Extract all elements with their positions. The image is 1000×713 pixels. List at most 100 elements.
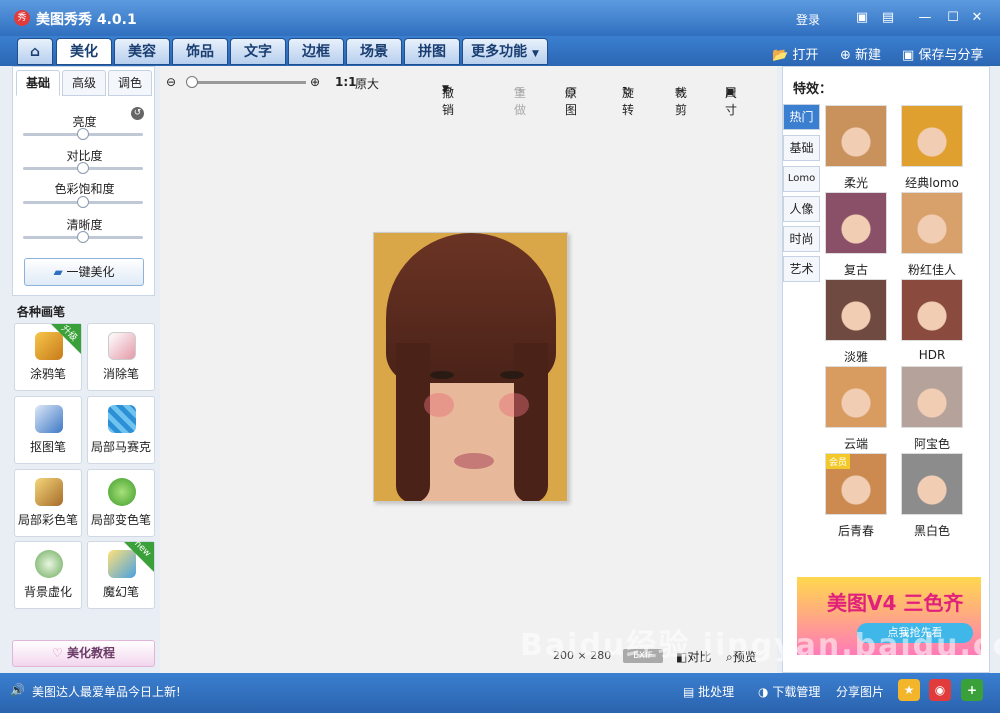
zoom-out-icon[interactable]: ⊖ [166,75,176,89]
one-click-beautify-button[interactable]: ▰ 一键美化 [24,258,144,286]
tab-accessories[interactable]: 饰品 [172,38,228,65]
contrast-slider[interactable] [23,162,143,174]
brush-color-change-label: 局部变色笔 [90,513,151,527]
effect-thumb[interactable] [901,192,963,254]
hands-icon: ♡ [52,646,63,660]
saturation-label: 色彩饱和度 [54,182,115,196]
tab-text[interactable]: 文字 [230,38,286,65]
brush-mosaic[interactable]: 局部马赛克 [87,396,155,464]
brush-doodle[interactable]: 升级 涂鸦笔 [14,323,82,391]
tab-home[interactable]: ⌂ [17,38,53,65]
actual-size-icon[interactable]: 1:1 [335,75,357,89]
new-button[interactable]: ⊕ 新建 [840,44,881,63]
app-window: 秀 美图秀秀 4.0.1 登录 ▣ ▤ — ☐ ✕ ⌂ 美化 美容 饰品 文字 … [0,0,1000,713]
effect-label: 复古 [843,263,868,277]
brush-doodle-label: 涂鸦笔 [29,367,66,381]
minimize-icon[interactable]: — [915,8,935,28]
undo-dropdown-icon[interactable]: ▼ [442,84,449,94]
effect-label: 淡雅 [843,350,868,364]
tab-scene[interactable]: 场景 [346,38,402,65]
saturation-slider[interactable] [23,196,143,208]
brush-magic-label: 魔幻笔 [102,585,139,599]
weibo-icon[interactable]: ◉ [929,679,951,701]
brush-cutout[interactable]: 抠图笔 [14,396,82,464]
photo-blush-right [499,393,529,417]
effect-cat-art[interactable]: 艺术 [783,256,820,282]
resize-label: 尺寸 [725,86,738,117]
eraser-icon [108,332,136,360]
member-badge: 会员 [826,454,851,469]
cutout-pen-icon [35,405,63,433]
rotate-label: 旋转 [622,86,635,117]
batch-button[interactable]: ▤ 批处理 [683,683,734,700]
login-link[interactable]: 登录 [796,11,820,28]
tab-more[interactable]: 更多功能 ▼ [462,38,548,65]
add-icon[interactable]: + [961,679,983,701]
brush-blur-bg[interactable]: 背景虚化 [14,541,82,609]
tab-beautify[interactable]: 美化 [56,38,112,65]
brush-magic[interactable]: new 魔幻笔 [87,539,155,609]
open-label: 打开 [792,48,819,63]
status-message[interactable]: 美图达人最爱单品今日上新! [32,683,181,700]
original-size-button[interactable]: 原大 [355,75,379,92]
brush-eraser[interactable]: 消除笔 [87,323,155,391]
feedback-icon[interactable]: ▣ [852,8,872,28]
effect-thumb[interactable] [825,366,887,428]
zoom-knob[interactable] [186,76,198,88]
zoom-slider[interactable] [186,76,306,88]
main-tab-bar: ⌂ 美化 美容 饰品 文字 边框 场景 拼图 更多功能 ▼ 📂 打开 ⊕ 新建 … [0,36,1000,66]
status-bar: 🔊 美图达人最爱单品今日上新! ▤ 批处理 ◑ 下载管理 分享图片 ★ ◉ + [0,673,1000,713]
subtab-advanced[interactable]: 高级 [62,70,106,96]
effect-thumb[interactable]: 会员 [825,453,887,515]
tab-frame[interactable]: 边框 [288,38,344,65]
subtab-basic[interactable]: 基础 [16,70,60,96]
effect-thumb[interactable] [825,105,887,167]
sharpness-slider[interactable] [23,231,143,243]
tutorial-button[interactable]: ♡ 美化教程 [12,640,155,667]
effect-thumb[interactable] [901,105,963,167]
saturation-knob[interactable] [77,196,89,208]
effect-thumb[interactable] [825,279,887,341]
effect-thumb[interactable] [901,366,963,428]
effect-cat-lomo[interactable]: Lomo [783,166,820,192]
adjust-panel: 基础 高级 调色 ↺ 亮度 对比度 色彩饱和度 清晰度 ▰ 一键美化 [12,66,155,296]
mosaic-icon [108,405,136,433]
effect-thumb[interactable] [901,279,963,341]
sharpness-knob[interactable] [77,231,89,243]
effects-panel: 特效： 热门 基础 Lomo 人像 时尚 艺术 柔光 经典lomo 复古 粉红佳人 淡雅… [782,66,990,673]
tab-collage[interactable]: 拼图 [404,38,460,65]
download-label: 下载管理 [772,685,821,699]
effect-label: 云端 [843,437,868,451]
skin-icon[interactable]: ▤ [878,8,898,28]
effect-thumb[interactable] [825,192,887,254]
plus-circle-icon: ⊕ [840,48,851,63]
brushes-title: 各种画笔 [17,305,66,319]
star-icon[interactable]: ★ [898,679,920,701]
canvas-area: ⊖ ⊕ 1:1 原大 ↶ 撤销 ▼ ↷ 重做 ○ 原图 ↻ 旋转 ✂ 裁剪 ▣ 尺寸 200… [160,66,777,673]
effect-cat-basic[interactable]: 基础 [783,135,820,161]
effect-cat-fashion[interactable]: 时尚 [783,226,820,252]
tab-beauty[interactable]: 美容 [114,38,170,65]
zoom-in-icon[interactable]: ⊕ [310,75,320,89]
effect-thumb[interactable] [901,453,963,515]
effect-cat-portrait[interactable]: 人像 [783,196,820,222]
maximize-icon[interactable]: ☐ [943,8,963,28]
save-share-button[interactable]: ▣ 保存与分享 [902,44,983,63]
tab-more-label: 更多功能 [471,44,528,60]
effect-cat-hot[interactable]: 热门 [783,104,820,130]
open-button[interactable]: 📂 打开 [772,44,818,63]
subtab-color[interactable]: 调色 [108,70,152,96]
photo-canvas[interactable] [373,232,568,502]
tutorial-label: 美化教程 [66,646,115,660]
brush-local-color[interactable]: 局部彩色笔 [14,469,82,537]
brush-blur-bg-label: 背景虚化 [23,585,72,599]
brightness-slider[interactable] [23,128,143,140]
photo-eye-left [430,371,454,379]
close-icon[interactable]: ✕ [967,8,987,28]
share-image-button[interactable]: 分享图片 [836,683,884,700]
folder-icon: 📂 [772,48,789,63]
brush-color-change[interactable]: 局部变色笔 [87,469,155,537]
contrast-knob[interactable] [77,162,89,174]
brightness-knob[interactable] [77,128,89,140]
download-manager-button[interactable]: ◑ 下载管理 [758,683,820,700]
